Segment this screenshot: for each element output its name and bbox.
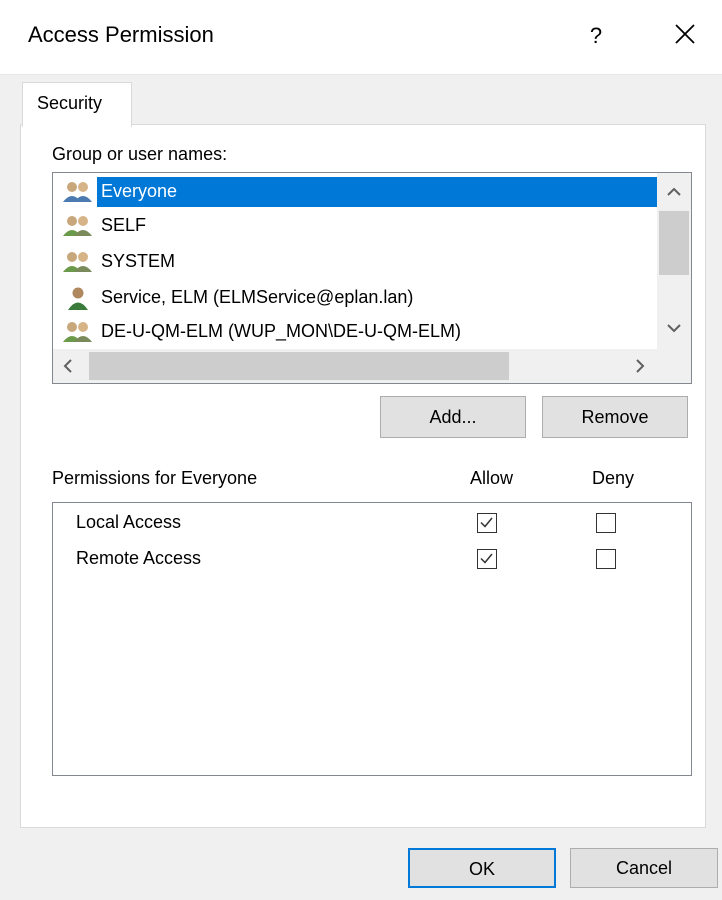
list-item[interactable]: Everyone	[61, 177, 661, 207]
list-item-label: SELF	[101, 215, 147, 235]
cancel-button[interactable]: Cancel	[570, 848, 718, 888]
remove-button[interactable]: Remove	[542, 396, 688, 438]
tab-label: Security	[37, 93, 103, 113]
remote-access-deny-checkbox[interactable]	[596, 549, 616, 569]
list-item[interactable]: SELF	[61, 211, 651, 241]
group-user-label: Group or user names:	[52, 144, 228, 164]
add-button[interactable]: Add...	[380, 396, 526, 438]
vertical-scrollbar[interactable]	[657, 173, 691, 349]
ok-button[interactable]: OK	[408, 848, 556, 888]
close-button[interactable]	[660, 14, 710, 58]
user-icon	[68, 287, 88, 310]
checkmark-icon	[480, 517, 493, 528]
group-icon	[63, 322, 92, 342]
local-access-allow-checkbox[interactable]	[477, 513, 497, 533]
selection-highlight	[97, 177, 661, 207]
chevron-down-icon[interactable]	[666, 323, 682, 333]
list-item[interactable]: SYSTEM	[61, 247, 651, 277]
group-icon	[63, 216, 92, 236]
tab-security[interactable]: Security	[22, 82, 132, 127]
close-icon	[675, 24, 695, 44]
group-icon	[63, 252, 92, 272]
list-item[interactable]: DE-U-QM-ELM (WUP_MON\DE-U-QM-ELM)	[61, 317, 651, 347]
title-bar: Access Permission ?	[0, 0, 722, 75]
chevron-up-icon[interactable]	[666, 187, 682, 197]
group-icon	[63, 182, 92, 202]
remote-access-allow-checkbox[interactable]	[477, 549, 497, 569]
deny-header: Deny	[592, 468, 635, 488]
permission-label: Remote Access	[76, 548, 202, 568]
local-access-deny-checkbox[interactable]	[596, 513, 616, 533]
chevron-right-icon[interactable]	[635, 358, 645, 374]
scroll-thumb[interactable]	[659, 211, 689, 275]
checkmark-icon	[480, 553, 493, 564]
help-button[interactable]: ?	[576, 14, 616, 58]
list-item-label: DE-U-QM-ELM (WUP_MON\DE-U-QM-ELM)	[101, 321, 461, 341]
list-item-label: Service, ELM (ELMService@eplan.lan)	[101, 287, 414, 307]
list-item-label: Everyone	[101, 181, 178, 201]
window-title: Access Permission	[28, 22, 214, 47]
list-item[interactable]: Service, ELM (ELMService@eplan.lan)	[61, 283, 651, 313]
horizontal-scrollbar[interactable]	[53, 349, 657, 383]
permissions-label: Permissions for Everyone	[52, 468, 258, 488]
scroll-thumb[interactable]	[89, 352, 509, 380]
allow-header: Allow	[470, 468, 514, 488]
scroll-corner	[657, 349, 691, 383]
user-listbox[interactable]: Everyone SELF SYSTEM Service, ELM (ELMSe…	[52, 172, 692, 384]
permissions-list	[52, 502, 692, 776]
chevron-left-icon[interactable]	[63, 358, 73, 374]
list-item-label: SYSTEM	[101, 251, 176, 271]
permission-label: Local Access	[76, 512, 182, 532]
